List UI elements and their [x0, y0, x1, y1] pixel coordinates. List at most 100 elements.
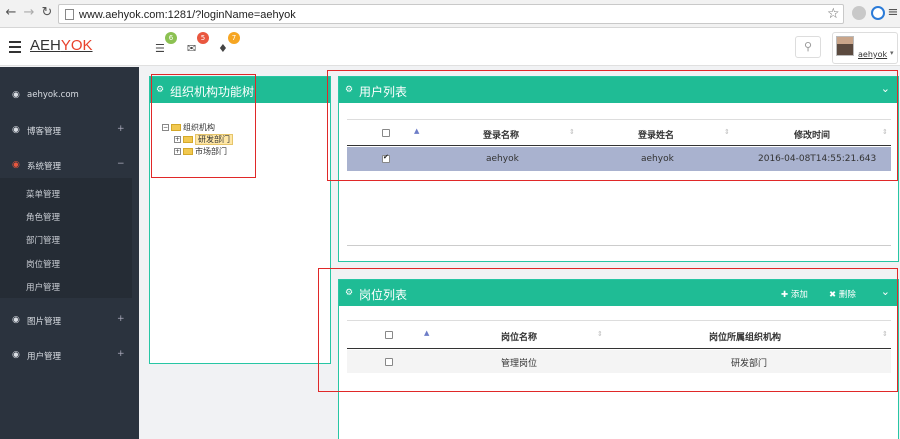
sidebar-item-system[interactable]: ◉ 系统管理 − [0, 155, 139, 177]
chevron-down-icon[interactable]: ⌄ [881, 82, 890, 95]
browser-toolbar: ← → ↻ www.aehyok.com:1281/?loginName=aeh… [0, 0, 900, 28]
dashboard-icon: ◉ [12, 125, 20, 135]
page-icon [65, 9, 74, 20]
tree-node-label: 研发部门 [195, 134, 233, 145]
sidebar-item-images[interactable]: ◉ 图片管理 + [0, 310, 139, 332]
table-cell: 管理岗位 [501, 359, 538, 369]
menu-icon[interactable]: ≡ [886, 6, 900, 20]
delete-label: 删除 [838, 290, 856, 300]
brand-part1: AEH [30, 37, 61, 54]
panel-header: ⚙ 岗位列表 ✚ 添加 ✖ 删除 ⌄ [339, 280, 898, 306]
sidebar-item-menu[interactable]: 菜单管理 [26, 188, 60, 200]
user-list-panel: ⚙ 用户列表 ⌄ ▲ 登录名称 ⇕ 登录姓名 ⇕ 修改时间 ⇕ aehyok a… [338, 76, 899, 262]
sort-icon[interactable]: ⇕ [724, 128, 730, 136]
row-checkbox[interactable] [382, 153, 390, 163]
select-all-checkbox[interactable] [385, 331, 393, 339]
post-table: ▲ 岗位名称 ⇕ 岗位所属组织机构 ⇕ 管理岗位 研发部门 [347, 320, 891, 376]
sidebar-item-posts[interactable]: 岗位管理 [26, 258, 60, 270]
sort-icon[interactable]: ▲ [414, 127, 419, 135]
panel-header: ⚙ 用户列表 ⌄ [339, 77, 898, 103]
plus-icon: ✚ [781, 290, 791, 300]
chevron-down-icon: ▾ [890, 49, 894, 57]
back-icon[interactable]: ← [4, 6, 18, 20]
column-header[interactable]: 岗位名称 [501, 330, 537, 343]
tree-root[interactable]: − 组织机构 [162, 122, 215, 133]
forward-icon[interactable]: → [22, 6, 36, 20]
column-header[interactable]: 登录姓名 [638, 128, 674, 141]
sort-icon[interactable]: ⇕ [882, 330, 888, 338]
select-all-checkbox[interactable] [382, 129, 390, 137]
brand-logo[interactable]: AEHYOK [30, 37, 93, 54]
column-header[interactable]: 修改时间 [794, 128, 830, 141]
hamburger-icon[interactable] [9, 41, 21, 56]
search-button[interactable]: ⚲ [795, 36, 821, 58]
cogs-icon: ⚙ [345, 85, 354, 95]
sidebar-item-blog[interactable]: ◉ 博客管理 + [0, 120, 139, 142]
table-cell: aehyok [641, 154, 674, 164]
column-header[interactable]: 登录名称 [483, 128, 519, 141]
cogs-icon: ⚙ [345, 288, 354, 298]
collapse-icon[interactable]: − [162, 124, 169, 131]
brand-part2: YOK [60, 37, 93, 54]
table-header: ▲ 登录名称 ⇕ 登录姓名 ⇕ 修改时间 ⇕ [347, 120, 891, 146]
panel-title: 组织机构功能树 [170, 85, 255, 99]
collapse-icon: − [117, 159, 125, 169]
sort-icon[interactable]: ⇕ [597, 330, 603, 338]
app-header: AEHYOK ☰ 6 ✉ 5 ♦ 7 ⚲ aehyok ▾ [0, 28, 900, 66]
mail-icon[interactable]: ✉ [187, 42, 196, 55]
tree-node-label: 组织机构 [183, 123, 215, 132]
app-root: ← → ↻ www.aehyok.com:1281/?loginName=aeh… [0, 0, 900, 439]
sidebar-item-departments[interactable]: 部门管理 [26, 234, 60, 246]
panel-title: 用户列表 [359, 85, 408, 99]
address-bar[interactable]: www.aehyok.com:1281/?loginName=aehyok ☆ [58, 4, 844, 24]
table-cell: aehyok [486, 154, 519, 164]
avatar [836, 36, 854, 56]
dashboard-icon: ◉ [12, 350, 20, 360]
post-list-panel: ⚙ 岗位列表 ✚ 添加 ✖ 删除 ⌄ ▲ 岗位名称 ⇕ 岗位所属组织机构 ⇕ 管… [338, 279, 899, 439]
sidebar-item-roles[interactable]: 角色管理 [26, 211, 60, 223]
sidebar-item-user-admin[interactable]: ◉ 用户管理 + [0, 345, 139, 367]
expand-icon: + [117, 349, 125, 359]
sort-icon[interactable]: ⇕ [569, 128, 575, 136]
column-header[interactable]: 岗位所属组织机构 [709, 330, 781, 343]
table-row[interactable]: aehyok aehyok 2016-04-08T14:55:21.643 [347, 147, 891, 171]
extension-icon[interactable] [852, 6, 866, 20]
expand-icon: + [117, 314, 125, 324]
tasks-badge: 6 [165, 32, 177, 44]
sidebar-item-home[interactable]: ◉ aehyok.com [0, 85, 139, 107]
url-text: www.aehyok.com:1281/?loginName=aehyok [79, 9, 296, 21]
panel-title: 岗位列表 [359, 288, 408, 302]
reload-icon[interactable]: ↻ [40, 6, 54, 20]
sidebar-item-users[interactable]: 用户管理 [26, 281, 60, 293]
sidebar-item-label: aehyok.com [27, 90, 79, 100]
tasks-icon[interactable]: ☰ [155, 42, 165, 55]
expand-icon[interactable]: + [174, 148, 181, 155]
shield-icon[interactable] [871, 6, 885, 20]
sidebar-item-label: 用户管理 [27, 352, 62, 362]
add-button[interactable]: ✚ 添加 [781, 288, 808, 300]
user-table: ▲ 登录名称 ⇕ 登录姓名 ⇕ 修改时间 ⇕ aehyok aehyok 201… [347, 119, 891, 246]
chevron-down-icon[interactable]: ⌄ [881, 285, 890, 298]
user-menu[interactable]: aehyok ▾ [832, 32, 898, 64]
delete-button[interactable]: ✖ 删除 [829, 288, 856, 300]
system-submenu: 菜单管理 角色管理 部门管理 岗位管理 用户管理 [0, 178, 132, 298]
tree-node[interactable]: + 市场部门 [174, 146, 227, 157]
user-name: aehyok [858, 50, 888, 59]
sidebar-item-label: 博客管理 [27, 127, 62, 137]
sort-icon[interactable]: ▲ [424, 329, 429, 337]
table-cell: 研发部门 [731, 359, 768, 369]
add-label: 添加 [790, 290, 808, 300]
sidebar-item-label: 系统管理 [27, 162, 62, 172]
folder-icon [183, 148, 193, 155]
folder-icon [183, 136, 193, 143]
row-checkbox[interactable] [385, 358, 393, 366]
bell-icon[interactable]: ♦ [218, 42, 228, 55]
sort-icon[interactable]: ⇕ [882, 128, 888, 136]
tree-node[interactable]: + 研发部门 [174, 134, 233, 145]
table-header: ▲ 岗位名称 ⇕ 岗位所属组织机构 ⇕ [347, 321, 891, 349]
table-row[interactable]: 管理岗位 研发部门 [347, 350, 891, 373]
expand-icon[interactable]: + [174, 136, 181, 143]
bookmark-star-icon[interactable]: ☆ [827, 6, 840, 22]
cogs-icon: ⚙ [156, 85, 165, 95]
panel-header: ⚙ 组织机构功能树 [150, 77, 330, 103]
